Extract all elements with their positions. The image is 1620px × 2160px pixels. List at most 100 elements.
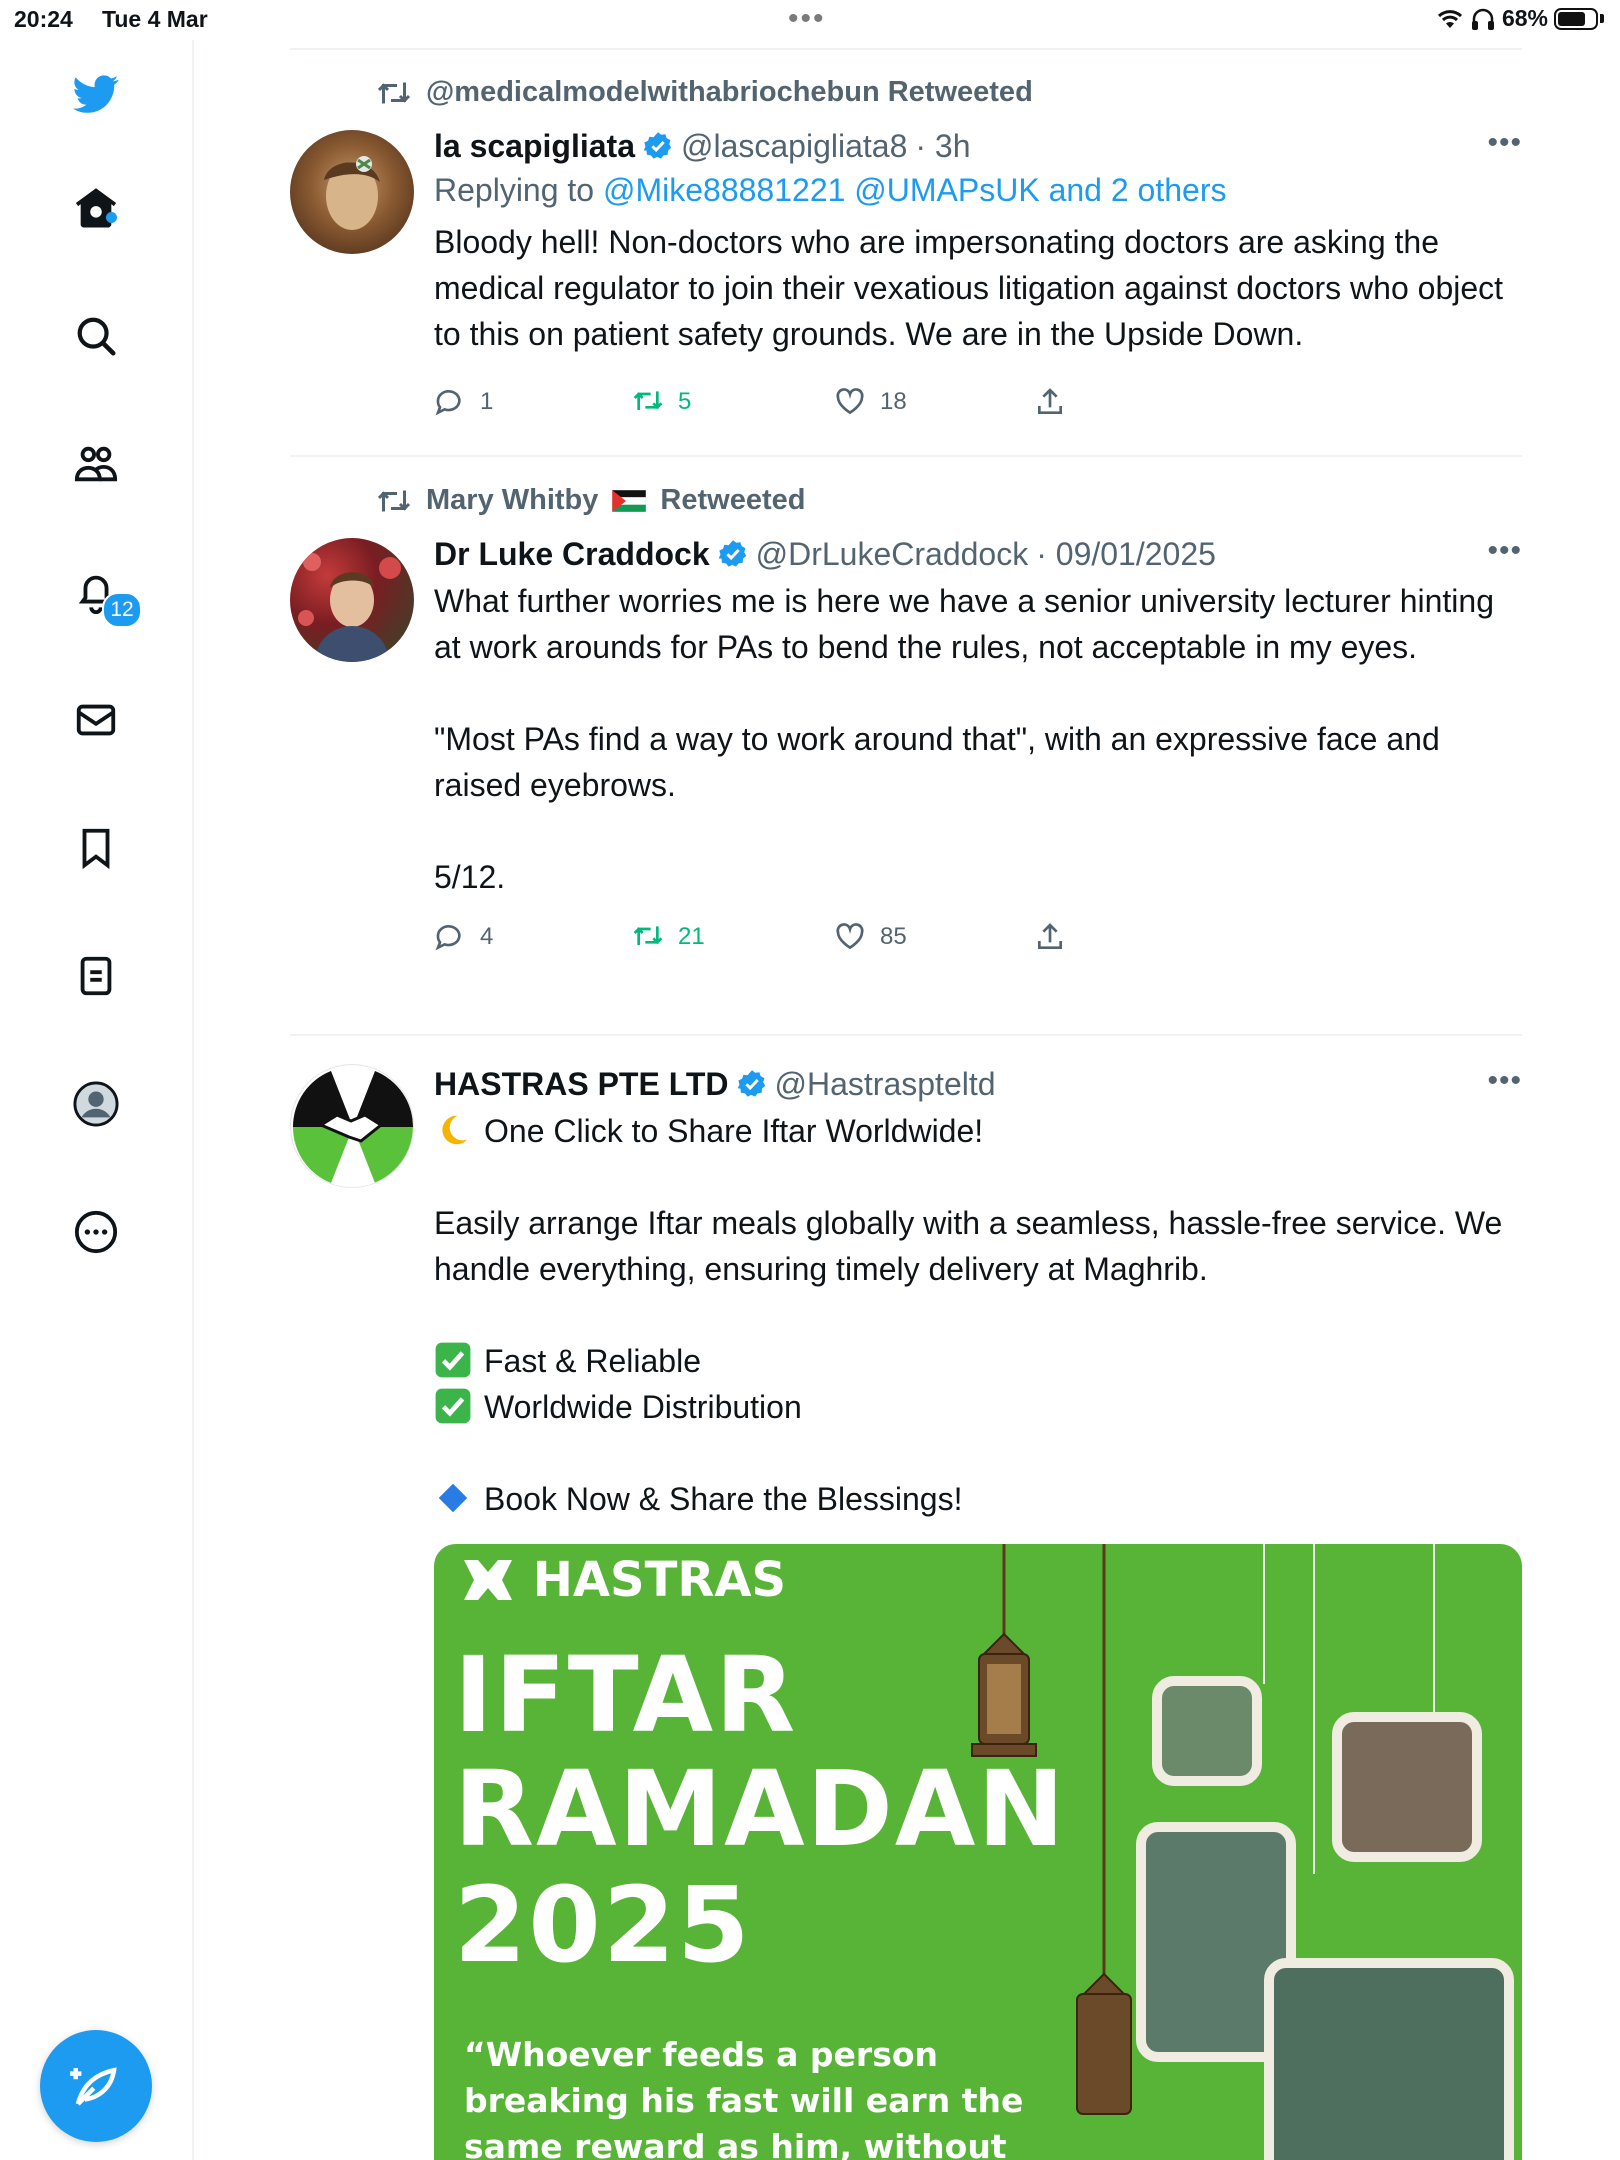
share-button[interactable] xyxy=(1034,386,1066,418)
search-icon[interactable] xyxy=(70,310,122,362)
retweet-context: Mary Whitby Retweeted xyxy=(376,484,805,517)
battery-percent: 68% xyxy=(1501,5,1548,31)
compose-feather-icon xyxy=(70,2067,117,2106)
reply-button[interactable]: 4 xyxy=(434,921,632,953)
multitasking-dots-icon[interactable]: ••• xyxy=(788,4,826,34)
crescent-moon-icon xyxy=(442,1115,468,1145)
tweet-paragraph: What further worries me is here we have … xyxy=(434,583,1494,665)
retweet-count: 5 xyxy=(678,388,692,415)
home-icon[interactable] xyxy=(70,182,122,234)
verified-badge-icon xyxy=(718,540,746,567)
tweet-line: Fast & Reliable xyxy=(434,1338,1522,1384)
tweet-line: Book Now & Share the Blessings! xyxy=(434,1476,1522,1522)
author-name[interactable]: la scapigliata xyxy=(434,128,635,165)
tweet-line: One Click to Share Iftar Worldwide! xyxy=(434,1108,1522,1154)
communities-icon[interactable] xyxy=(70,438,122,490)
retweet-icon xyxy=(633,926,663,945)
tweet-content: Dr Luke Craddock @DrLukeCraddock · 09/01… xyxy=(434,532,1522,960)
share-button[interactable] xyxy=(1034,921,1066,953)
tweet-actions: 1 5 18 xyxy=(434,379,1522,425)
bookmarks-icon[interactable] xyxy=(70,822,122,874)
like-button[interactable]: 18 xyxy=(834,386,1034,418)
retweeter-link[interactable]: @medicalmodelwithabriochebun Retweeted xyxy=(426,76,1033,109)
wifi-icon xyxy=(1437,9,1462,28)
tweet-time[interactable]: · 3h xyxy=(915,128,970,165)
avatar[interactable] xyxy=(290,1064,414,1188)
tweet-actions: 4 21 85 xyxy=(434,914,1522,960)
avatar[interactable] xyxy=(290,538,414,662)
check-mark-icon xyxy=(435,1388,471,1424)
like-count: 85 xyxy=(880,923,907,950)
verified-badge-icon xyxy=(643,132,672,159)
tweet-header: HASTRAS PTE LTD @Hastraspteltd xyxy=(434,1062,1522,1106)
battery-icon xyxy=(1554,7,1598,30)
retweet-button[interactable]: 21 xyxy=(632,921,834,953)
photo-frame xyxy=(1332,1712,1482,1862)
tweet-more-icon[interactable]: ••• xyxy=(1487,1064,1522,1098)
tweet-text: One Click to Share Iftar Worldwide! Easi… xyxy=(434,1108,1522,1522)
tweet-time[interactable]: · 09/01/2025 xyxy=(1036,536,1216,573)
retweeter-link[interactable]: Mary Whitby xyxy=(426,484,598,517)
reply-icon xyxy=(435,925,461,951)
handshake-logo-icon xyxy=(464,1560,512,1600)
reply-icon xyxy=(435,390,461,416)
avatar[interactable] xyxy=(290,130,414,254)
reply-count: 1 xyxy=(480,388,494,415)
tweet-content: la scapigliata @lascapigliata8 · 3h ••• … xyxy=(434,124,1522,425)
status-indicators: 68% xyxy=(1436,5,1604,32)
lists-icon[interactable] xyxy=(70,950,122,1002)
author-name[interactable]: HASTRAS PTE LTD xyxy=(434,1066,729,1103)
home-unread-dot xyxy=(106,212,117,223)
tweet-media-image[interactable]: HASTRAS IFTAR RAMADAN 2025 “Whoever feed… xyxy=(434,1544,1522,2160)
status-date: Tue 4 Mar xyxy=(102,6,208,32)
status-bar: 20:24 Tue 4 Mar ••• 68% xyxy=(0,0,1620,40)
tweet-body: Bloody hell! Non-doctors who are imperso… xyxy=(434,224,1504,352)
replying-to: Replying to @Mike88881221 @UMAPsUK and 2… xyxy=(434,172,1522,209)
status-time: 20:24 xyxy=(14,6,73,32)
promo-title-line: RAMADAN xyxy=(454,1748,1067,1870)
tweet-line-text: Worldwide Distribution xyxy=(484,1389,802,1425)
check-mark-icon xyxy=(435,1342,471,1378)
retweet-label: Retweeted xyxy=(660,484,806,516)
promo-title-line: 2025 xyxy=(454,1864,752,1986)
heart-icon xyxy=(836,923,864,950)
tweet-paragraph: 5/12. xyxy=(434,859,506,895)
more-options-icon[interactable] xyxy=(70,1206,122,1258)
promo-brand: HASTRAS xyxy=(460,1552,786,1608)
headphones-icon xyxy=(1471,8,1494,30)
promo-quote: “Whoever feeds a person breaking his fas… xyxy=(464,2035,1024,2160)
timeline-divider xyxy=(290,455,1522,457)
tweet-header: Dr Luke Craddock @DrLukeCraddock · 09/01… xyxy=(434,532,1522,576)
blue-diamond-icon xyxy=(438,1483,468,1513)
sidebar: 12 xyxy=(0,40,194,2160)
replying-label: Replying to xyxy=(434,172,595,208)
timeline-divider xyxy=(290,48,1522,50)
tweet-more-icon[interactable]: ••• xyxy=(1487,534,1522,568)
tweet-more-icon[interactable]: ••• xyxy=(1487,126,1522,160)
messages-icon[interactable] xyxy=(70,694,122,746)
tweet-text: Bloody hell! Non-doctors who are imperso… xyxy=(434,219,1522,357)
retweet-button[interactable]: 5 xyxy=(632,386,834,418)
photo-frame xyxy=(1152,1676,1262,1786)
promo-title-line: IFTAR xyxy=(454,1634,798,1756)
tweet-line: Worldwide Distribution xyxy=(434,1384,1522,1430)
timeline-divider xyxy=(290,1034,1522,1036)
reply-button[interactable]: 1 xyxy=(434,386,632,418)
profile-avatar-icon[interactable] xyxy=(70,1078,122,1130)
author-name[interactable]: Dr Luke Craddock xyxy=(434,536,710,573)
share-icon xyxy=(1038,388,1062,414)
palestine-flag-icon xyxy=(612,489,647,512)
author-handle[interactable]: @DrLukeCraddock xyxy=(756,536,1029,573)
like-button[interactable]: 85 xyxy=(834,921,1034,953)
replying-to-users[interactable]: @Mike88881221 @UMAPsUK and 2 others xyxy=(603,172,1227,208)
author-handle[interactable]: @lascapigliata8 xyxy=(681,128,907,165)
tweet-line-text: Book Now & Share the Blessings! xyxy=(484,1481,963,1517)
promo-brand-text: HASTRAS xyxy=(532,1552,787,1608)
twitter-logo-icon[interactable] xyxy=(70,68,122,120)
heart-icon xyxy=(836,388,864,415)
verified-badge-icon xyxy=(737,1070,765,1097)
notifications-badge: 12 xyxy=(102,592,142,628)
tweet-header: la scapigliata @lascapigliata8 · 3h xyxy=(434,124,1522,168)
compose-tweet-button[interactable] xyxy=(40,2030,152,2142)
author-handle[interactable]: @Hastraspteltd xyxy=(775,1066,996,1103)
